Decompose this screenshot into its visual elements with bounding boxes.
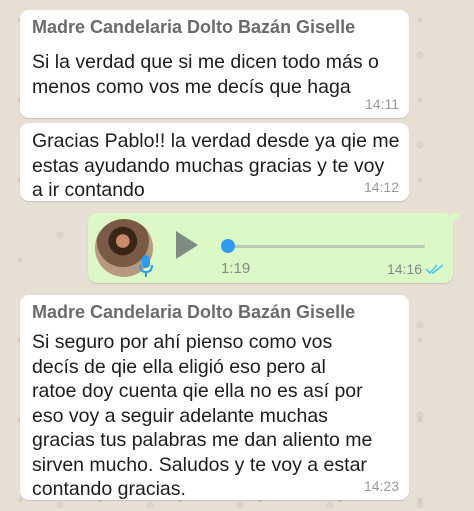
message-line: Si la verdad que si me dicen todo más o: [32, 51, 379, 73]
message-line: eso voy a seguir adelante muchas: [32, 404, 328, 427]
message-line: Gracias Pablo!! la verdad desde ya qie m…: [32, 130, 400, 152]
message-text: Gracias Pablo!! la verdad desde ya qie m…: [32, 129, 399, 203]
audio-duration: 1:19: [221, 260, 251, 277]
message-time: 14:11: [365, 96, 399, 112]
message-time: 14:23: [363, 478, 399, 494]
message-line: decís de qie ella eligió eso pero al: [32, 355, 326, 378]
play-icon[interactable]: [176, 231, 198, 259]
message-line: Si seguro por ahí pienso como vos: [32, 331, 333, 353]
outgoing-voice-message[interactable]: 1:19 14:16: [88, 213, 461, 283]
message-line: menos como vos me decís que haga: [32, 75, 351, 98]
sender-name[interactable]: Madre Candelaria Dolto Bazán Giselle: [32, 302, 355, 323]
message-line: estas ayudando muchas gracias y te voy: [32, 154, 385, 177]
bubble-tail: [451, 213, 461, 225]
message-line: a ir contando: [32, 179, 145, 201]
incoming-message[interactable]: Gracias Pablo!! la verdad desde ya qie m…: [20, 123, 409, 201]
message-line: sirven mucho. Saludos y te voy a estar: [32, 453, 367, 476]
sender-name[interactable]: Madre Candelaria Dolto Bazán Giselle: [32, 17, 355, 38]
audio-progress-track[interactable]: [225, 245, 425, 248]
microphone-icon: [139, 255, 153, 277]
message-text: Si la verdad que si me dicen todo más o …: [32, 50, 379, 99]
incoming-message[interactable]: Madre Candelaria Dolto Bazán Giselle Si …: [20, 295, 409, 500]
message-line: contando gracias.: [32, 478, 186, 500]
message-text: Si seguro por ahí pienso como vos decís …: [32, 330, 372, 502]
message-time: 14:12: [363, 179, 399, 195]
message-time: 14:16: [386, 261, 422, 277]
audio-progress-knob[interactable]: [221, 239, 235, 253]
incoming-message[interactable]: Madre Candelaria Dolto Bazán Giselle Si …: [20, 10, 409, 118]
message-line: ratoe doy cuenta qie ella no es así por: [32, 380, 363, 402]
message-line: gracias tus palabras me dan aliento me: [32, 429, 373, 451]
read-receipt-icon: [425, 264, 444, 275]
